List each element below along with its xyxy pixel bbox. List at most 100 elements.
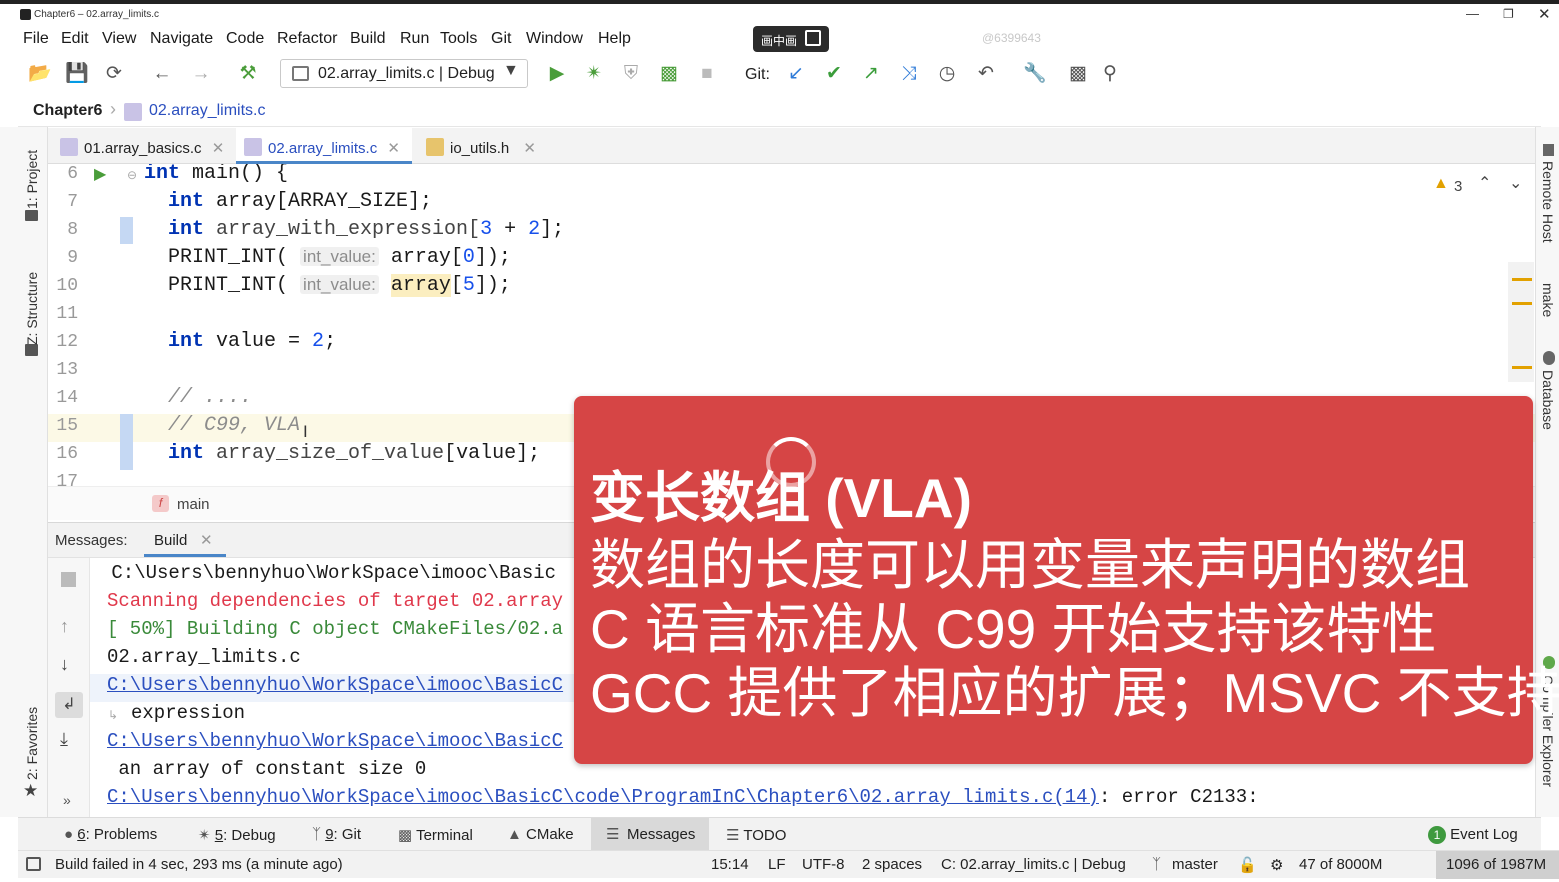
build-hammer-icon[interactable]: ⚒ <box>237 63 259 85</box>
scroll-end-icon[interactable]: ⤓ <box>60 729 68 750</box>
presentation-icon[interactable]: ▩ <box>1067 63 1089 85</box>
menu-run[interactable]: Run <box>400 30 429 48</box>
lock-icon[interactable]: 🔓 <box>1238 856 1257 874</box>
more-icon[interactable]: » <box>63 792 71 808</box>
tab-build[interactable]: Build ✕ <box>144 523 226 557</box>
menu-tools[interactable]: Tools <box>440 30 477 48</box>
indent-setting[interactable]: 2 spaces <box>862 856 922 873</box>
history-clock-icon[interactable]: ◷ <box>936 63 958 85</box>
tool-problems[interactable]: ● 6: Problems <box>64 826 157 843</box>
pip-expand-icon <box>805 30 821 46</box>
gear-icon[interactable]: ⚙ <box>1270 856 1283 874</box>
project-folder-icon[interactable] <box>25 210 38 221</box>
soft-wrap-icon[interactable]: ↲ <box>55 692 83 718</box>
breadcrumb-project[interactable]: Chapter6 <box>33 102 102 120</box>
file-encoding[interactable]: UTF-8 <box>802 856 845 873</box>
run-config-select[interactable]: 02.array_limits.c | Debug ▼ <box>280 59 528 88</box>
database-icon[interactable] <box>1543 351 1555 365</box>
settings-wrench-icon[interactable]: 🔧 <box>1023 63 1047 85</box>
run-icon[interactable]: ▶ <box>546 63 568 85</box>
pip-badge[interactable]: 画中画 <box>753 26 829 52</box>
favorites-star-icon[interactable]: ★ <box>23 781 38 801</box>
caret-position[interactable]: 15:14 <box>711 856 749 873</box>
scrollbar-marks[interactable] <box>1508 262 1534 382</box>
line-number: 9 <box>67 248 78 268</box>
menu-navigate[interactable]: Navigate <box>150 30 213 48</box>
rollback-icon[interactable]: ↶ <box>975 63 997 85</box>
next-highlight-icon[interactable]: ⌄ <box>1509 173 1522 193</box>
git-commit-icon[interactable]: ✔ <box>823 63 845 85</box>
tool-todo[interactable]: ☰ TODO <box>726 826 786 844</box>
menu-git[interactable]: Git <box>491 30 511 48</box>
memory-indicator[interactable]: 47 of 8000M <box>1299 856 1382 873</box>
panel-favorites[interactable]: 2: Favorites <box>24 700 40 780</box>
git-update-icon[interactable]: ↙ <box>785 63 807 85</box>
tool-debug[interactable]: ✴ 5: Debug <box>198 826 276 844</box>
tool-cmake[interactable]: ▲ CMake <box>507 826 574 843</box>
close-tab-icon[interactable]: ✕ <box>212 140 225 157</box>
menu-code[interactable]: Code <box>226 30 264 48</box>
close-tab-icon[interactable]: ✕ <box>523 140 536 157</box>
menu-help[interactable]: Help <box>598 30 631 48</box>
up-arrow-icon[interactable]: ↑ <box>60 616 69 637</box>
open-folder-icon[interactable]: 📂 <box>28 63 52 85</box>
search-icon[interactable]: ⚲ <box>1099 63 1121 85</box>
fold-icon[interactable]: ⊖ <box>127 168 137 182</box>
coverage-icon[interactable]: ⛨ <box>620 63 642 85</box>
line-number: 13 <box>56 360 78 380</box>
close-tab-icon[interactable]: ✕ <box>200 531 213 549</box>
tool-messages[interactable]: ☰ Messages <box>591 818 709 851</box>
panel-project[interactable]: 1: Project <box>24 139 40 209</box>
tool-git[interactable]: ᛉ 9: Git <box>312 826 361 843</box>
output-link[interactable]: C:\Users\bennyhuo\WorkSpace\imooc\BasicC… <box>107 786 1099 808</box>
panel-database[interactable]: Database <box>1540 370 1556 440</box>
git-push-icon[interactable]: ↗ <box>860 63 882 85</box>
menu-edit[interactable]: Edit <box>61 30 89 48</box>
breadcrumb-file[interactable]: 02.array_limits.c <box>149 102 265 120</box>
panel-structure[interactable]: Z: Structure <box>24 255 40 345</box>
debug-bug-icon[interactable]: ✴ <box>583 63 605 85</box>
warning-icon[interactable]: ▲ <box>1433 175 1449 193</box>
status-message[interactable]: Build failed in 4 sec, 293 ms (a minute … <box>55 856 343 873</box>
structure-icon[interactable] <box>25 344 38 356</box>
stop-icon[interactable] <box>61 572 76 587</box>
stop-icon[interactable]: ■ <box>696 63 718 85</box>
remote-host-icon[interactable] <box>1543 144 1554 156</box>
save-icon[interactable]: 💾 <box>65 63 89 85</box>
tab-array-limits[interactable]: 02.array_limits.c ✕ <box>236 128 412 164</box>
tool-terminal[interactable]: ▩ Terminal <box>398 826 473 844</box>
git-branch[interactable]: master <box>1172 856 1218 873</box>
resolve-context[interactable]: C: 02.array_limits.c | Debug <box>941 856 1126 873</box>
minimize-icon[interactable]: — <box>1466 6 1479 21</box>
line-number: 14 <box>56 388 78 408</box>
output-link[interactable]: C:\Users\bennyhuo\WorkSpace\imooc\BasicC <box>107 674 563 696</box>
messages-label: Messages: <box>55 532 128 549</box>
run-gutter-icon[interactable]: ▶ <box>94 164 106 184</box>
menu-view[interactable]: View <box>102 30 136 48</box>
panel-remote-host[interactable]: Remote Host <box>1540 161 1556 256</box>
function-name[interactable]: main <box>177 496 210 513</box>
event-log-button[interactable]: 1 Event Log <box>1428 826 1518 844</box>
panel-make[interactable]: make <box>1540 283 1556 328</box>
tab-array-basics[interactable]: 01.array_basics.c ✕ <box>60 128 230 164</box>
tab-io-utils[interactable]: io_utils.h ✕ <box>426 128 546 164</box>
prev-highlight-icon[interactable]: ⌃ <box>1478 173 1491 193</box>
back-arrow-icon[interactable]: ← <box>151 63 173 85</box>
output-link[interactable]: C:\Users\bennyhuo\WorkSpace\imooc\BasicC <box>107 730 563 752</box>
git-merge-icon[interactable]: ⤨ <box>898 63 920 85</box>
forward-arrow-icon[interactable]: → <box>190 63 212 85</box>
close-tab-icon[interactable]: ✕ <box>387 140 400 157</box>
menu-build[interactable]: Build <box>350 30 386 48</box>
card-line: GCC 提供了相应的扩展；MSVC 不支持 <box>590 662 1559 724</box>
toggle-panel-icon[interactable] <box>26 857 41 871</box>
heap-indicator[interactable]: 1096 of 1987M <box>1436 851 1559 879</box>
down-arrow-icon[interactable]: ↓ <box>60 654 69 675</box>
menu-window[interactable]: Window <box>526 30 583 48</box>
menu-refactor[interactable]: Refactor <box>277 30 337 48</box>
close-window-icon[interactable]: ✕ <box>1538 5 1551 23</box>
menu-file[interactable]: File <box>23 30 49 48</box>
profile-icon[interactable]: ▩ <box>658 63 680 85</box>
restore-icon[interactable]: ❐ <box>1503 7 1514 21</box>
sync-icon[interactable]: ⟳ <box>103 63 125 85</box>
line-separator[interactable]: LF <box>768 856 786 873</box>
